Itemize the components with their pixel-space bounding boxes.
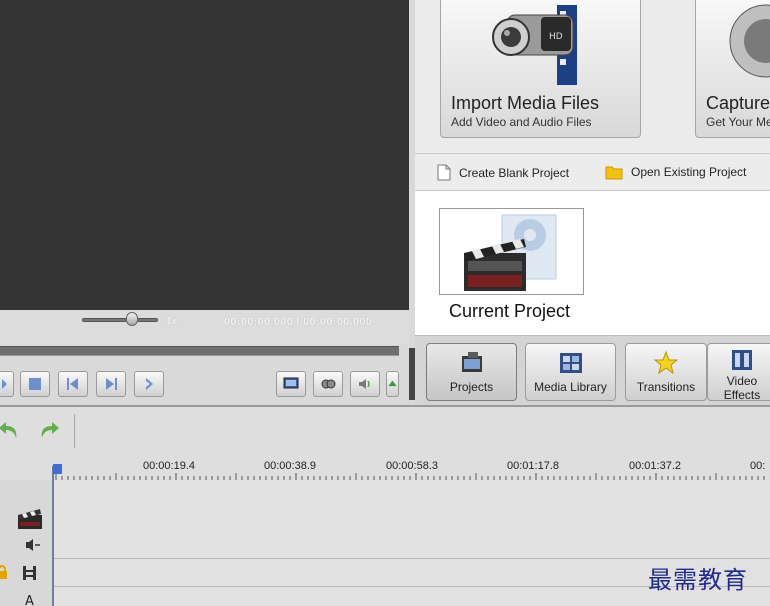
ruler-ticks bbox=[55, 473, 765, 480]
skip-forward-icon bbox=[106, 378, 117, 390]
current-project-label: Current Project bbox=[449, 301, 571, 321]
camcorder-icon: HD bbox=[492, 5, 577, 85]
tab-media-library-label: Media Library bbox=[534, 380, 607, 394]
tab-video-effects-label: Video Effects bbox=[723, 374, 761, 402]
track-headers: A bbox=[0, 480, 54, 606]
ruler-tick-label: 00: bbox=[750, 460, 766, 472]
film-reels-icon bbox=[321, 379, 336, 389]
time-readout: 00:00:00.000 / 00:00:00.000 bbox=[224, 316, 373, 328]
video-preview bbox=[0, 0, 409, 310]
ruler-tick-label: 00:00:19.4 bbox=[143, 460, 195, 472]
go-to-start-button[interactable] bbox=[58, 371, 88, 397]
capture-title: Capture bbox=[706, 93, 770, 113]
star-icon bbox=[653, 350, 679, 375]
current-project-thumbnail[interactable] bbox=[439, 208, 584, 295]
library-tabs: Projects Media Library Transitions Video… bbox=[415, 335, 770, 405]
stop-button[interactable] bbox=[20, 371, 50, 397]
fullscreen-button[interactable] bbox=[276, 371, 306, 397]
track-divider bbox=[0, 558, 770, 559]
tab-transitions[interactable]: Transitions bbox=[625, 343, 707, 401]
effects-track-icon bbox=[23, 566, 36, 580]
ruler-tick-label: 00:01:17.8 bbox=[507, 460, 559, 472]
stop-icon bbox=[29, 378, 41, 390]
redo-button[interactable] bbox=[36, 418, 62, 444]
speaker-icon bbox=[26, 539, 40, 551]
watermark: 最需教育 bbox=[648, 566, 748, 594]
next-frame-button[interactable] bbox=[134, 371, 164, 397]
projects-icon bbox=[461, 352, 482, 372]
monitor-icon bbox=[283, 377, 299, 389]
text-track-icon: A bbox=[25, 594, 34, 606]
go-to-end-button[interactable] bbox=[96, 371, 126, 397]
toolbar-divider bbox=[74, 414, 75, 448]
timeline-toolbar bbox=[0, 405, 770, 460]
volume-slider[interactable] bbox=[386, 371, 399, 397]
video-effects-icon bbox=[732, 350, 752, 370]
tab-projects-label: Projects bbox=[449, 380, 494, 394]
tab-media-library[interactable]: Media Library bbox=[525, 343, 616, 401]
open-existing-project-link[interactable]: Open Existing Project bbox=[605, 164, 746, 180]
ruler-tick-label: 00:00:38.9 bbox=[264, 460, 316, 472]
tab-projects[interactable]: Projects bbox=[426, 343, 517, 401]
lock-icon[interactable] bbox=[0, 564, 8, 580]
create-blank-project-label: Create Blank Project bbox=[459, 165, 570, 180]
capture-card[interactable]: Capture Get Your Me bbox=[695, 0, 770, 138]
import-media-card[interactable]: HD Import Media Files Add Video and Audi… bbox=[440, 0, 641, 138]
speed-slider-thumb[interactable] bbox=[126, 312, 138, 326]
skip-back-icon bbox=[67, 378, 78, 390]
speed-slider[interactable] bbox=[82, 318, 158, 322]
redo-icon bbox=[41, 422, 59, 438]
playhead-line[interactable] bbox=[52, 466, 54, 606]
chevron-right-icon bbox=[146, 378, 153, 390]
clapperboard-icon bbox=[464, 214, 557, 291]
create-blank-project-link[interactable]: Create Blank Project bbox=[437, 164, 569, 181]
speaker-icon bbox=[359, 379, 370, 389]
svg-text:A: A bbox=[25, 594, 34, 606]
playback-progress-bar[interactable] bbox=[0, 346, 399, 356]
video-track-icon bbox=[18, 509, 42, 529]
speed-label: 1x bbox=[166, 316, 178, 327]
webcam-icon bbox=[729, 4, 770, 78]
ruler-tick-label: 00:01:37.2 bbox=[629, 460, 681, 472]
undo-button[interactable] bbox=[0, 418, 22, 444]
import-media-subtitle: Add Video and Audio Files bbox=[451, 115, 592, 129]
folder-icon bbox=[605, 166, 623, 180]
undo-icon bbox=[0, 422, 17, 438]
play-icon-button[interactable] bbox=[0, 371, 14, 397]
snapshot-button[interactable] bbox=[313, 371, 343, 397]
import-media-title: Import Media Files bbox=[451, 93, 600, 113]
tab-transitions-label: Transitions bbox=[636, 380, 696, 394]
media-library-icon bbox=[559, 353, 582, 373]
capture-subtitle: Get Your Me bbox=[706, 115, 770, 129]
tab-video-effects[interactable]: Video Effects bbox=[707, 343, 770, 402]
blank-document-icon bbox=[437, 164, 451, 181]
timeline-ruler[interactable]: 00:00:19.4 00:00:38.9 00:00:58.3 00:01:1… bbox=[0, 460, 770, 480]
volume-button[interactable] bbox=[350, 371, 380, 397]
open-existing-project-label: Open Existing Project bbox=[631, 165, 747, 179]
arrow-up-icon bbox=[388, 380, 397, 387]
playhead-marker[interactable] bbox=[53, 464, 62, 474]
play-icon bbox=[2, 379, 7, 389]
ruler-tick-label: 00:00:58.3 bbox=[386, 460, 438, 472]
svg-text:HD: HD bbox=[549, 32, 563, 42]
